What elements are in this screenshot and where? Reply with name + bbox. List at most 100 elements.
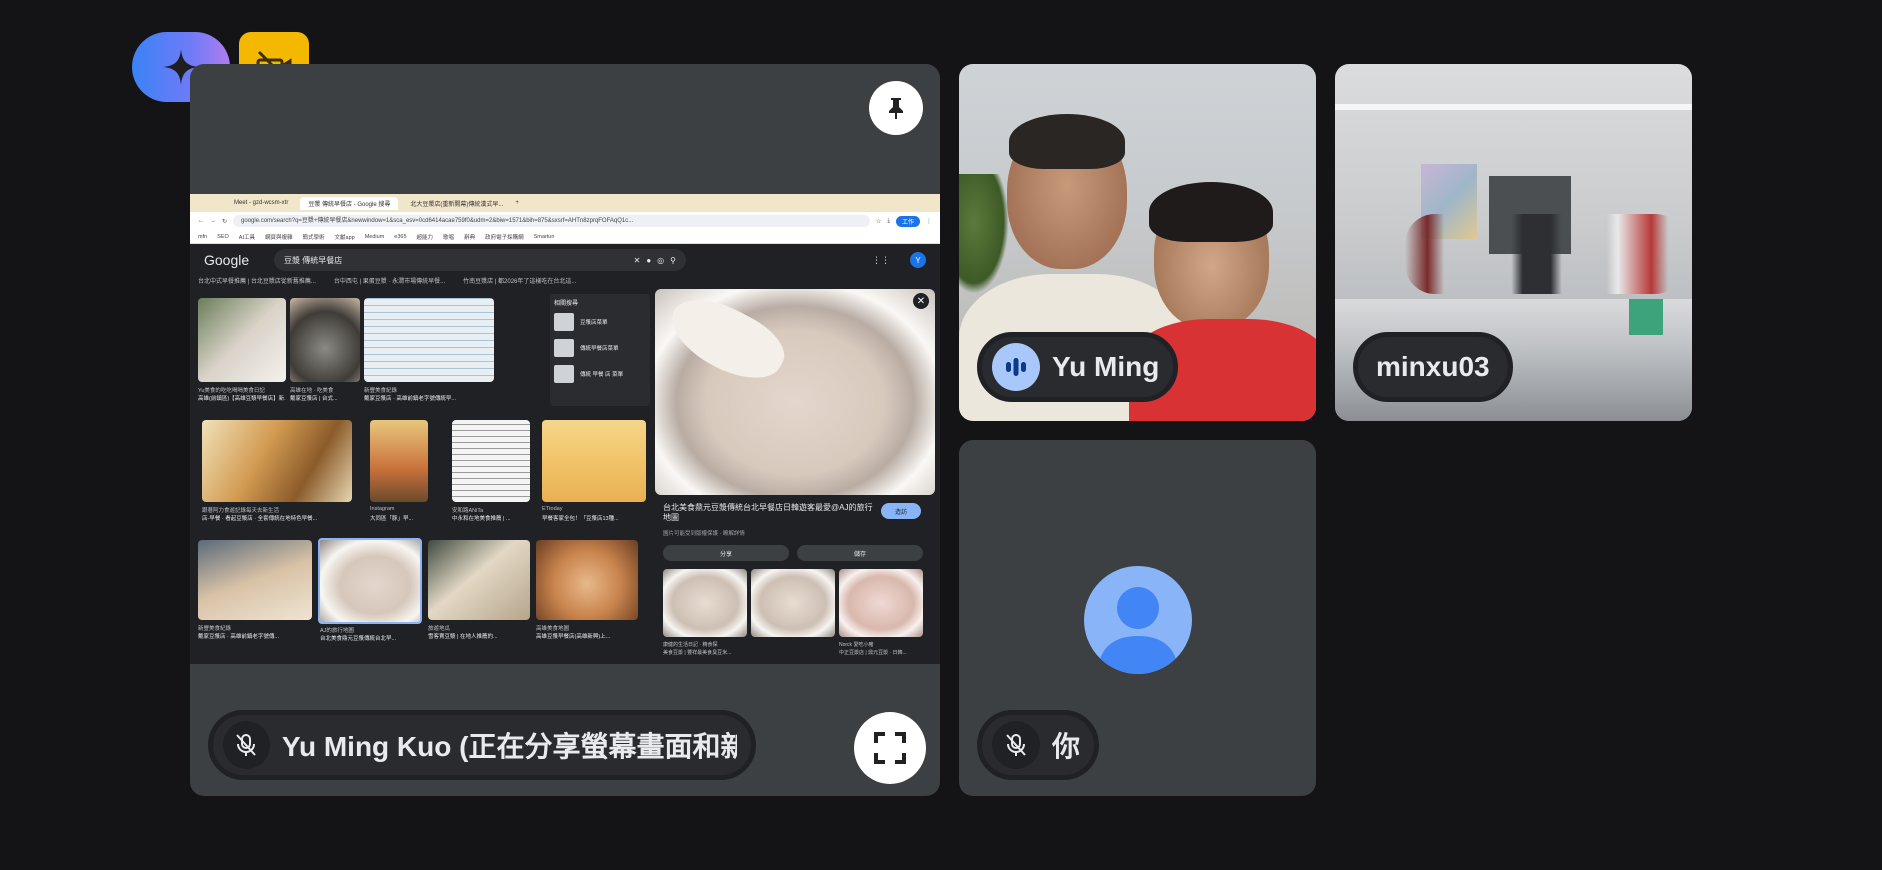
reload-icon[interactable]: ↻: [222, 218, 227, 225]
result-title[interactable]: 戴家豆漿店 | 台式...: [290, 394, 360, 402]
result-source: 新豐美食紀錄: [198, 626, 232, 632]
profile-chip[interactable]: 工作: [895, 215, 920, 227]
bookmark[interactable]: AI工具: [239, 233, 255, 241]
spoon-shape: [659, 284, 795, 394]
bookmark[interactable]: 政府電子採購網: [485, 233, 524, 241]
google-search-box[interactable]: 豆漿 傳統早餐店 ✕ ● ◎ ⚲: [274, 249, 686, 271]
related-thumb: [554, 313, 574, 331]
google-logo[interactable]: Google: [204, 252, 260, 268]
result-title[interactable]: 中永和在地美食推薦 | ...: [452, 514, 536, 522]
back-icon[interactable]: ←: [198, 218, 204, 224]
result-title[interactable]: 早餐客家全包！「豆漿店13種...: [542, 514, 646, 522]
presenter-name-pill: Yu Ming Kuo (正在分享螢幕畫面和新: [208, 710, 756, 780]
bookmarks-bar: mfn SEO AI工具 網頁與複雜 簡式學術 文獻app Medium e36…: [190, 230, 940, 244]
apps-icon[interactable]: ⋮⋮: [872, 255, 890, 266]
bookmark[interactable]: 辭典: [464, 233, 475, 241]
result-title[interactable]: 台北美食鼎元豆漿傳統台北早...: [320, 634, 424, 642]
mic-muted-icon: [223, 721, 270, 769]
related-label: 傳統 早餐 店 菜單: [580, 372, 624, 378]
download-icon[interactable]: ⤓: [887, 218, 890, 225]
image-result[interactable]: [370, 420, 428, 502]
participant-name: Yu Ming: [1052, 351, 1160, 382]
result-source: 高雄在地 · 吃美食: [290, 388, 334, 394]
related-image[interactable]: [839, 569, 923, 637]
save-button[interactable]: 儲存: [797, 545, 923, 561]
bookmark[interactable]: e365: [394, 234, 406, 240]
image-result[interactable]: [290, 298, 360, 382]
image-result[interactable]: [364, 298, 494, 382]
image-result[interactable]: [198, 540, 312, 620]
result-source: 跟著阿力食遊記錄每天去新生活: [202, 508, 280, 514]
address-bar[interactable]: google.com/search?q=豆漿+傳統早餐店&newwindow=1…: [233, 215, 870, 227]
result-title[interactable]: 大同區「豚」早...: [370, 514, 434, 522]
related-title: 相關搜尋: [554, 301, 579, 307]
bookmark[interactable]: 網頁與複雜: [265, 233, 293, 241]
forward-icon[interactable]: →: [210, 218, 216, 224]
participant-tile-self[interactable]: 你: [959, 440, 1316, 796]
bookmark[interactable]: mfn: [198, 234, 207, 240]
bookmark[interactable]: 歌唱: [443, 233, 454, 241]
result-title[interactable]: 戴家豆漿店 · 高雄前鎮老字號傳統早...: [364, 394, 494, 402]
bookmark[interactable]: 超能力: [417, 233, 434, 241]
result-title[interactable]: 戴家豆漿店 · 高雄前鎮老字號傳...: [198, 632, 312, 640]
result-title[interactable]: 雪客賣豆漿 | 在地人推薦的...: [428, 632, 530, 640]
participant-tile-minxu03[interactable]: minxu03: [1335, 64, 1692, 421]
result-source: 新豐美食紀錄: [364, 388, 398, 394]
star-icon[interactable]: ☆: [876, 218, 881, 225]
green-box: [1629, 299, 1663, 335]
related-image-title[interactable]: 美食豆漿 | 豐祥最美食臭豆米...: [663, 649, 747, 656]
pin-button[interactable]: [869, 81, 923, 135]
browser-tab[interactable]: Meet - gzd-wcsm-xtr: [226, 198, 296, 208]
share-button[interactable]: 分享: [663, 545, 789, 561]
related-item[interactable]: 傳統 早餐 店 菜單: [554, 365, 646, 383]
image-preview-panel: ✕ 台北美食鼎元豆漿傳統台北早餐店日韓遊客最愛@AJ的旅行地圖 圖片可能受到版權…: [655, 284, 935, 664]
new-tab-icon[interactable]: +: [515, 200, 519, 206]
image-result[interactable]: [428, 540, 530, 620]
browser-tab[interactable]: 北大豆漿店(重新開幕)傳統漢式早...: [402, 197, 511, 210]
search-query[interactable]: 豆漿 傳統早餐店: [284, 255, 628, 266]
account-avatar[interactable]: Y: [910, 252, 926, 268]
result-source: 安和路ANiTa: [452, 508, 484, 514]
bookmark[interactable]: SEO: [217, 234, 229, 240]
lens-icon[interactable]: ◎: [657, 256, 664, 265]
image-result[interactable]: [202, 420, 352, 502]
bookmark[interactable]: 簡式學術: [303, 233, 325, 241]
related-thumb: [554, 339, 574, 357]
browser-tab-bar: Meet - gzd-wcsm-xtr 豆漿 傳統早餐店 - Google 搜尋…: [190, 194, 940, 212]
result-source: Yu美食的吃吃喝喝美食日記: [198, 388, 265, 394]
bookmark[interactable]: 文獻app: [335, 233, 355, 241]
related-image[interactable]: [751, 569, 835, 637]
result-title[interactable]: 高雄豆漿早餐店(高雄新興)上...: [536, 632, 638, 640]
image-result[interactable]: [542, 420, 646, 502]
bookmark[interactable]: Smartun: [534, 234, 555, 240]
result-title[interactable]: 店-早餐 · 看起豆漿店 · 全套傳統在地特色早餐...: [202, 514, 362, 522]
search-icon[interactable]: ⚲: [670, 256, 676, 265]
image-result[interactable]: [536, 540, 638, 620]
image-result[interactable]: [452, 420, 530, 502]
bookmark[interactable]: Medium: [365, 234, 385, 240]
browser-tab-active[interactable]: 豆漿 傳統早餐店 - Google 搜尋: [300, 196, 399, 210]
preview-title[interactable]: 台北美食鼎元豆漿傳統台北早餐店日韓遊客最愛@AJ的旅行地圖: [663, 503, 873, 524]
chip[interactable]: 竹南豆漿店 | 都2026年了這樣吃在台北這...: [463, 276, 576, 288]
close-icon[interactable]: ✕: [913, 293, 929, 309]
fullscreen-button[interactable]: [854, 712, 926, 784]
related-image-title[interactable]: 中正豆漿店 | 鼎元豆漿 · 日韓...: [839, 649, 923, 656]
image-result[interactable]: [198, 298, 286, 382]
meet-stage: Meet - gzd-wcsm-xtr 豆漿 傳統早餐店 - Google 搜尋…: [0, 0, 1882, 870]
related-thumb: [554, 365, 574, 383]
visit-button[interactable]: 造訪: [881, 503, 921, 519]
preview-image[interactable]: [655, 284, 935, 495]
chip[interactable]: 台中西屯 | 果蛋豆漿 · 永潤市場傳統早餐...: [334, 276, 445, 288]
participant-tile-yu-ming[interactable]: Yu Ming: [959, 64, 1316, 421]
menu-icon[interactable]: ⋮: [926, 218, 932, 225]
preview-subtitle: 圖片可能受到版權保護 · 瞭解詳情: [663, 531, 745, 537]
related-item[interactable]: 豆漿店菜單: [554, 313, 646, 331]
related-image[interactable]: [663, 569, 747, 637]
mic-icon[interactable]: ●: [646, 256, 651, 265]
presentation-tile[interactable]: Meet - gzd-wcsm-xtr 豆漿 傳統早餐店 - Google 搜尋…: [190, 64, 940, 796]
clear-icon[interactable]: ✕: [634, 256, 641, 265]
related-item[interactable]: 傳統早餐店菜單: [554, 339, 646, 357]
image-result[interactable]: [318, 538, 422, 624]
chip[interactable]: 台北中式早餐推薦 | 台北豆漿店從新舊推薦...: [198, 276, 316, 288]
result-title[interactable]: 高雄(前鎮區)【高雄豆漿早餐店】新...: [198, 394, 286, 402]
